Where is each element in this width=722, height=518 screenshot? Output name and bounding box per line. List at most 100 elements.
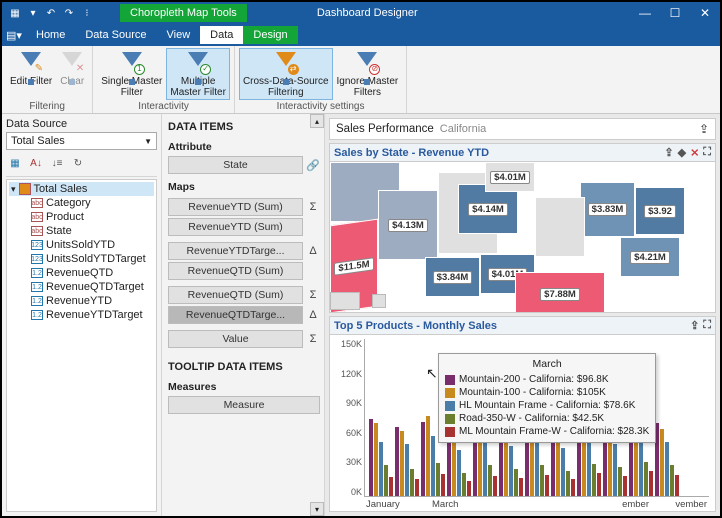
- undo-icon[interactable]: ↶: [44, 6, 58, 20]
- chart-pane-title: Top 5 Products - Monthly Sales: [334, 320, 497, 332]
- data-source-combo[interactable]: Total Sales▼: [6, 132, 157, 150]
- dashboard-title: Sales Performance: [336, 123, 434, 135]
- multiple-master-filter-button[interactable]: ✓ Multiple Master Filter: [166, 48, 230, 100]
- scroll-down-button[interactable]: ▾: [310, 502, 324, 516]
- layers-icon[interactable]: ◆: [678, 146, 686, 159]
- sigma-icon[interactable]: Σ: [306, 333, 320, 345]
- map-pill[interactable]: RevenueYTD (Sum): [168, 218, 303, 236]
- data-source-label: Data Source: [6, 118, 157, 130]
- attribute-header: Attribute: [168, 141, 320, 153]
- chart-pane: Top 5 Products - Monthly Sales ⇪ ⛶ 150K1…: [329, 316, 716, 512]
- clear-filter-icon[interactable]: ⨯: [690, 146, 699, 159]
- map-pill[interactable]: RevenueQTDTarge...: [168, 306, 303, 324]
- save-icon[interactable]: ▾: [26, 6, 40, 20]
- ribbon-tabs: ▤▾ Home Data Source View Data Design: [2, 24, 720, 46]
- y-axis: 150K120K90K60K30K0K: [332, 339, 362, 497]
- field-tree: ▾ Total Sales abcCategoryabcProductabcSt…: [6, 179, 157, 512]
- measure-pill[interactable]: Measure: [168, 396, 320, 414]
- field-type-icon: abc: [31, 198, 43, 208]
- sort-az-icon[interactable]: A↓: [27, 154, 45, 172]
- app-icon: ▦: [8, 6, 22, 20]
- ribbon: ✎ Edit Filter ✕ Clear Filtering 1 Single…: [2, 46, 720, 114]
- agg-icon[interactable]: Σ: [306, 289, 320, 301]
- field-type-icon: abc: [31, 212, 43, 222]
- maximize-icon[interactable]: ⛶: [703, 146, 711, 159]
- measures-header: Measures: [168, 381, 320, 393]
- value-pill[interactable]: Value: [168, 330, 303, 348]
- group-fields-icon[interactable]: ▦: [6, 154, 24, 172]
- map-pill[interactable]: RevenueQTD (Sum): [168, 262, 303, 280]
- maps-header: Maps: [168, 181, 320, 193]
- field-type-icon: 123: [31, 254, 43, 264]
- field-product[interactable]: abcProduct: [9, 210, 154, 224]
- x-axis: January March ember vember: [364, 499, 709, 511]
- cross-data-source-filtering-button[interactable]: ⇄ Cross-Data-Source Filtering: [239, 48, 333, 100]
- tab-design[interactable]: Design: [243, 26, 297, 44]
- export-icon[interactable]: ⇪: [690, 319, 699, 332]
- choropleth-map[interactable]: $11.5M $4.13M $4.14M $3.84M $4.01M $4.01…: [330, 162, 715, 312]
- field-unitssoldytd[interactable]: 123UnitsSoldYTD: [9, 238, 154, 252]
- agg-icon[interactable]: Σ: [306, 201, 320, 213]
- tab-home[interactable]: Home: [26, 26, 75, 44]
- expand-icon[interactable]: ▾: [11, 184, 16, 195]
- map-pill[interactable]: RevenueYTD (Sum): [168, 198, 303, 216]
- close-button[interactable]: ✕: [690, 2, 720, 24]
- link-icon[interactable]: 🔗: [306, 159, 320, 172]
- field-type-icon: 1.2: [31, 310, 43, 320]
- tab-data[interactable]: Data: [200, 26, 243, 44]
- data-items-header: DATA ITEMS: [168, 121, 320, 133]
- field-state[interactable]: abcState: [9, 224, 154, 238]
- dashboard-title-bar: Sales Performance California ⇪: [329, 118, 716, 140]
- qat-dropdown-icon[interactable]: ⁝: [80, 6, 94, 20]
- attribute-pill[interactable]: State: [168, 156, 303, 174]
- map-pane-title: Sales by State - Revenue YTD: [334, 147, 489, 159]
- refresh-icon[interactable]: ↻: [69, 154, 87, 172]
- redo-icon[interactable]: ↷: [62, 6, 76, 20]
- field-revenueytdtarget[interactable]: 1.2RevenueYTDTarget: [9, 308, 154, 322]
- field-unitssoldytdtarget[interactable]: 123UnitsSoldYTDTarget: [9, 252, 154, 266]
- cursor-icon: ↖: [426, 365, 438, 382]
- chevron-down-icon: ▼: [144, 137, 152, 146]
- scroll-up-button[interactable]: ▴: [310, 114, 324, 128]
- field-type-icon: 1.2: [31, 296, 43, 306]
- clear-filter-button[interactable]: ✕ Clear: [56, 48, 88, 100]
- agg-icon[interactable]: Δ: [306, 309, 320, 321]
- map-pane: Sales by State - Revenue YTD ⇪ ◆ ⨯ ⛶ $11…: [329, 143, 716, 313]
- maximize-icon[interactable]: ⛶: [703, 319, 711, 332]
- tooltip-items-header: TOOLTIP DATA ITEMS: [168, 361, 320, 373]
- bar-chart[interactable]: 150K120K90K60K30K0K January March ember …: [330, 335, 715, 511]
- tree-root[interactable]: ▾ Total Sales: [9, 182, 154, 196]
- edit-filter-button[interactable]: ✎ Edit Filter: [6, 48, 56, 100]
- minimize-button[interactable]: —: [630, 2, 660, 24]
- titlebar: ▦ ▾ ↶ ↷ ⁝ Choropleth Map Tools Dashboard…: [2, 2, 720, 24]
- tab-data-source[interactable]: Data Source: [75, 26, 156, 44]
- field-revenueytd[interactable]: 1.2RevenueYTD: [9, 294, 154, 308]
- group-filtering-label: Filtering: [6, 100, 88, 113]
- map-pill[interactable]: RevenueQTD (Sum): [168, 286, 303, 304]
- dashboard-subtitle: California: [440, 123, 486, 135]
- tab-view[interactable]: View: [157, 26, 201, 44]
- app-title: Dashboard Designer: [317, 7, 418, 19]
- single-master-filter-button[interactable]: 1 Single Master Filter: [97, 48, 166, 100]
- datasource-icon: [19, 183, 31, 195]
- data-source-panel: Data Source Total Sales▼ ▦ A↓ ↓≡ ↻ ▾ Tot…: [2, 114, 162, 516]
- map-pill[interactable]: RevenueYTDTarge...: [168, 242, 303, 260]
- group-interactivity-label: Interactivity: [97, 100, 230, 113]
- group-settings-label: Interactivity settings: [239, 100, 402, 113]
- agg-icon[interactable]: Δ: [306, 245, 320, 257]
- field-revenueqtd[interactable]: 1.2RevenueQTD: [9, 266, 154, 280]
- file-menu[interactable]: ▤▾: [2, 29, 26, 42]
- field-revenueqtdtarget[interactable]: 1.2RevenueQTDTarget: [9, 280, 154, 294]
- field-type-icon: abc: [31, 226, 43, 236]
- field-type-icon: 1.2: [31, 282, 43, 292]
- dashboard-surface: Sales Performance California ⇪ Sales by …: [324, 114, 720, 516]
- field-category[interactable]: abcCategory: [9, 196, 154, 210]
- export-icon[interactable]: ⇪: [664, 146, 673, 159]
- data-items-panel: ▴ DATA ITEMS Attribute State 🔗 Maps Reve…: [162, 114, 324, 516]
- ignore-master-filters-button[interactable]: ⊘ Ignore Master Filters: [333, 48, 403, 100]
- maximize-button[interactable]: ☐: [660, 2, 690, 24]
- export-icon[interactable]: ⇪: [699, 122, 709, 136]
- field-type-icon: 1.2: [31, 268, 43, 278]
- contextual-tab-label: Choropleth Map Tools: [120, 4, 247, 22]
- sort-order-icon[interactable]: ↓≡: [48, 154, 66, 172]
